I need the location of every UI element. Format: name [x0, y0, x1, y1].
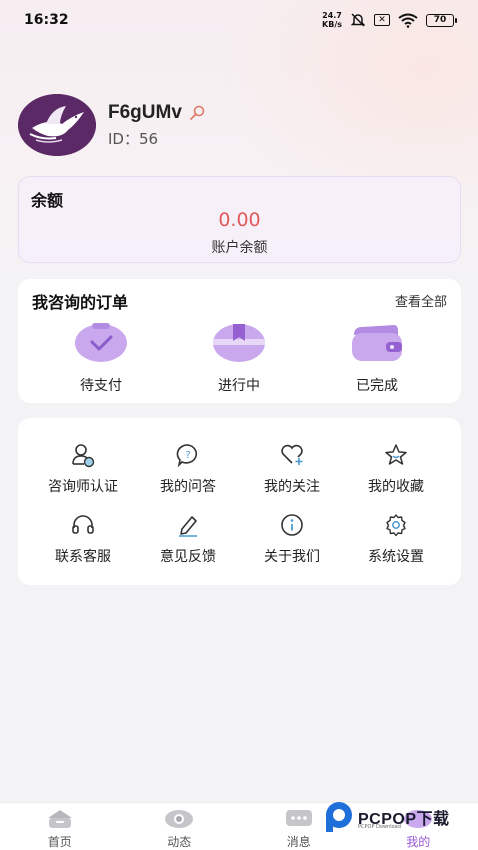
- battery-icon: 70: [426, 13, 457, 27]
- status-bar: 16:32 24.7 KB/s ✕ 70: [0, 0, 478, 40]
- user-id: ID：56: [108, 129, 159, 148]
- menu-my-follows[interactable]: 我的关注: [237, 442, 347, 496]
- wifi-icon: [398, 13, 418, 28]
- orders-title: 我咨询的订单: [32, 289, 128, 315]
- watermark: PCPOP下载 PCPOP Download: [322, 800, 450, 834]
- pending-payment-icon: [75, 323, 127, 362]
- dove-logo-icon: [18, 94, 96, 156]
- sim-off-icon: ✕: [374, 14, 390, 26]
- menu-counselor-certification[interactable]: 咨询师认证: [28, 442, 138, 496]
- home-icon: [47, 810, 72, 828]
- balance-title: 余额: [31, 187, 87, 213]
- message-icon: [285, 810, 312, 826]
- menu-feedback[interactable]: 意见反馈: [133, 512, 243, 566]
- status-time: 16:32: [24, 12, 69, 28]
- bell-off-icon: [350, 13, 366, 27]
- order-completed[interactable]: 已完成: [327, 321, 427, 395]
- status-icons: 24.7 KB/s ✕ 70: [322, 11, 457, 29]
- profile-info: F6gUMv ID：56: [108, 102, 206, 149]
- pcpop-logo-icon: [326, 802, 352, 832]
- completed-icon: [352, 325, 402, 361]
- menu-contact-support[interactable]: 联系客服: [28, 512, 138, 566]
- orders-card: 我咨询的订单 查看全部 待支付 进行中 已完成: [18, 279, 461, 403]
- avatar[interactable]: [18, 94, 96, 156]
- info-icon: [281, 514, 303, 536]
- menu-card: 咨询师认证 ? 我的问答 我的关注 我的收藏 联系客服 意见反馈 关于我们 系统…: [18, 418, 461, 585]
- order-in-progress[interactable]: 进行中: [189, 321, 289, 395]
- counselor-certification-icon: [72, 444, 95, 468]
- svg-text:?: ?: [185, 450, 190, 461]
- nav-home[interactable]: 首页: [0, 803, 120, 850]
- eye-icon: [165, 810, 194, 828]
- menu-system-settings[interactable]: 系统设置: [341, 512, 451, 566]
- edit-name-icon[interactable]: [188, 105, 206, 121]
- in-progress-icon: [213, 324, 265, 362]
- username: F6gUMv: [108, 101, 182, 123]
- my-qa-icon: ?: [176, 444, 198, 468]
- profile-header[interactable]: F6gUMv ID：56: [18, 94, 206, 156]
- settings-icon: [386, 514, 406, 537]
- nav-feed[interactable]: 动态: [120, 803, 240, 850]
- balance-value: 0.00: [218, 209, 261, 231]
- menu-my-qa[interactable]: ? 我的问答: [133, 442, 243, 496]
- feedback-icon: [179, 516, 197, 537]
- menu-my-favorites[interactable]: 我的收藏: [341, 442, 451, 496]
- view-all-orders-link[interactable]: 查看全部: [395, 291, 447, 310]
- headset-icon: [72, 515, 94, 534]
- network-speed: 24.7 KB/s: [322, 11, 342, 29]
- balance-label: 账户余额: [211, 240, 268, 256]
- balance-card[interactable]: 余额 0.00 账户余额: [18, 176, 461, 263]
- menu-about-us[interactable]: 关于我们: [237, 512, 347, 566]
- order-pending-payment[interactable]: 待支付: [51, 321, 151, 395]
- my-follows-icon: [281, 444, 303, 465]
- my-favorites-icon: [385, 444, 407, 465]
